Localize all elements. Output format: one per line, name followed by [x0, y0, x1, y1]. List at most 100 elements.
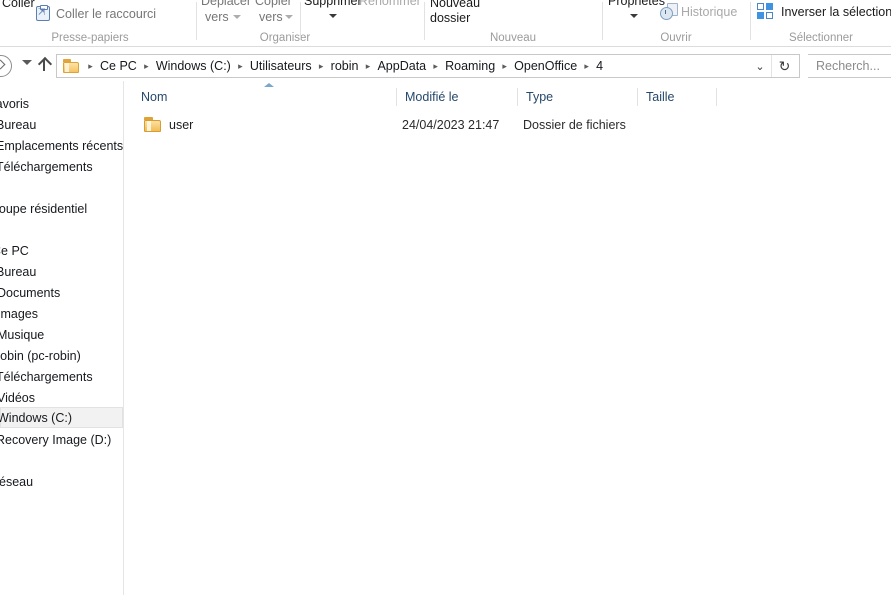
- breadcrumb-item-robin[interactable]: robin: [328, 59, 362, 73]
- sidebar-item-recovery-image-d[interactable]: Recovery Image (D:): [0, 429, 123, 450]
- sidebar-item-label: Bureau: [0, 264, 37, 279]
- folder-icon: [144, 117, 162, 132]
- column-header-taille[interactable]: Taille: [638, 85, 716, 109]
- breadcrumb-item-4[interactable]: 4: [593, 59, 606, 73]
- sidebar-item-telechargements[interactable]: Téléchargements: [0, 156, 123, 177]
- rename-button[interactable]: Renommer: [359, 0, 421, 8]
- sidebar-item-favoris[interactable]: Favoris: [0, 93, 123, 114]
- properties-button[interactable]: Propriétés: [608, 0, 665, 8]
- ribbon-group-clipboard: Coller Coller le raccourci Presse-papier…: [0, 0, 180, 46]
- sidebar-item-documents[interactable]: Documents: [0, 282, 123, 303]
- breadcrumb-item-appdata[interactable]: AppData: [374, 59, 429, 73]
- ribbon-group-new: Nouveau dossier Nouveau: [425, 0, 601, 46]
- sidebar-item-label: Vidéos: [0, 390, 35, 405]
- sidebar-item-groupe-residentiel[interactable]: Groupe résidentiel: [0, 198, 123, 219]
- copy-to-button-line2[interactable]: vers: [259, 10, 283, 24]
- copy-to-button[interactable]: Copier: [255, 0, 292, 8]
- file-list-header: Nom Modifié le Type Taille: [125, 83, 891, 109]
- clipboard-shortcut-icon: [36, 4, 50, 21]
- navigation-pane[interactable]: Favoris Bureau Emplacements récents Télé…: [0, 81, 124, 595]
- breadcrumb-separator[interactable]: ▸: [234, 61, 247, 72]
- breadcrumb-separator[interactable]: ▸: [140, 61, 153, 72]
- ribbon-group-organize-delete: Supprimer Renommer: [301, 0, 429, 46]
- cell-modified: 24/04/2023 21:47: [402, 118, 500, 132]
- search-input[interactable]: Recherch...: [808, 54, 891, 78]
- history-button[interactable]: Historique: [681, 5, 737, 19]
- folder-icon: [63, 59, 80, 73]
- sidebar-item-emplacements-recents[interactable]: Emplacements récents: [0, 135, 124, 156]
- ribbon-group-label-select: Sélectionner: [789, 32, 853, 44]
- new-folder-button-line2[interactable]: dossier: [430, 11, 470, 25]
- sidebar-item-musique[interactable]: Musique: [0, 324, 123, 345]
- search-placeholder: Recherch...: [816, 59, 880, 73]
- up-arrow-icon[interactable]: [33, 54, 55, 76]
- sidebar-item-ce-pc[interactable]: Ce PC: [0, 240, 123, 261]
- breadcrumb-separator[interactable]: ▸: [361, 61, 374, 72]
- move-to-chevron-down-icon[interactable]: [233, 15, 241, 19]
- breadcrumb-separator: ▸: [88, 60, 93, 71]
- sidebar-item-reseau[interactable]: Réseau: [0, 471, 123, 492]
- sidebar-item-label: Recovery Image (D:): [0, 432, 112, 447]
- move-to-button-line2[interactable]: vers: [205, 10, 229, 24]
- breadcrumb-item-utilisateurs[interactable]: Utilisateurs: [247, 59, 315, 73]
- breadcrumb-item-ce-pc[interactable]: Ce PC: [97, 59, 140, 73]
- breadcrumb-item-openoffice[interactable]: OpenOffice: [511, 59, 580, 73]
- history-chevron-down-icon[interactable]: [22, 60, 32, 65]
- sidebar-item-label: Groupe résidentiel: [0, 201, 88, 216]
- breadcrumb-separator[interactable]: ▸: [498, 61, 511, 72]
- ribbon-group-open: Propriétés Historique Ouvrir: [603, 0, 749, 46]
- move-to-button[interactable]: Déplacer: [201, 0, 251, 8]
- column-header-nom[interactable]: Nom: [133, 85, 396, 109]
- delete-chevron-down-icon[interactable]: [329, 14, 337, 18]
- sidebar-item-label: Téléchargements: [0, 159, 93, 174]
- copy-to-chevron-down-icon[interactable]: [285, 15, 293, 19]
- sidebar-item-label: Images: [0, 306, 38, 321]
- invert-selection-button[interactable]: Inverser la sélection: [781, 5, 891, 19]
- breadcrumb-separator[interactable]: ▸: [429, 61, 442, 72]
- history-clock-icon: [660, 3, 678, 20]
- sidebar-item-label: Réseau: [0, 474, 34, 489]
- column-header-modifie-le[interactable]: Modifié le: [397, 85, 517, 109]
- sort-ascending-icon: [264, 83, 274, 87]
- sidebar-item-telechargements-2[interactable]: Téléchargements: [0, 366, 123, 387]
- sidebar-item-label: Musique: [0, 327, 45, 342]
- invert-selection-icon: [757, 3, 774, 20]
- sidebar-item-bureau[interactable]: Bureau: [0, 114, 123, 135]
- paste-shortcut-button[interactable]: Coller le raccourci: [56, 7, 156, 21]
- sidebar-item-label: Bureau: [0, 117, 37, 132]
- breadcrumb[interactable]: ▸ Ce PC ▸ Windows (C:) ▸ Utilisateurs ▸ …: [56, 54, 800, 78]
- delete-button[interactable]: Supprimer: [304, 0, 362, 8]
- breadcrumb-chevron-down-icon[interactable]: ⌄: [751, 55, 769, 77]
- table-row[interactable]: user 24/04/2023 21:47 Dossier de fichier…: [125, 112, 891, 138]
- cell-name: user: [169, 118, 194, 132]
- sidebar-item-label: Favoris: [0, 96, 29, 111]
- sidebar-item-robin-pc-robin[interactable]: robin (pc-robin): [0, 345, 123, 366]
- sidebar-item-label: Téléchargements: [0, 369, 93, 384]
- ribbon-toolbar: Coller Coller le raccourci Presse-papier…: [0, 0, 891, 47]
- ribbon-group-label-open: Ouvrir: [660, 32, 692, 44]
- breadcrumb-item-windows-c[interactable]: Windows (C:): [153, 59, 234, 73]
- breadcrumb-separator[interactable]: ▸: [315, 61, 328, 72]
- sidebar-item-images[interactable]: Images: [0, 303, 123, 324]
- column-divider[interactable]: [716, 88, 717, 106]
- ribbon-group-select: Inverser la sélection Sélectionner: [751, 0, 891, 46]
- cell-type: Dossier de fichiers: [523, 118, 626, 132]
- sidebar-item-label: robin (pc-robin): [0, 348, 81, 363]
- column-header-type[interactable]: Type: [518, 85, 637, 109]
- sidebar-item-videos[interactable]: Vidéos: [0, 387, 123, 408]
- file-explorer-window: Coller Coller le raccourci Presse-papier…: [0, 0, 891, 595]
- sidebar-item-windows-c[interactable]: Windows (C:): [0, 407, 123, 428]
- refresh-icon[interactable]: ↻: [771, 55, 797, 77]
- new-folder-button[interactable]: Nouveau: [430, 0, 480, 10]
- properties-chevron-down-icon[interactable]: [630, 14, 638, 18]
- breadcrumb-separator[interactable]: ▸: [580, 61, 593, 72]
- sidebar-item-label: Ce PC: [0, 243, 29, 258]
- breadcrumb-item-roaming[interactable]: Roaming: [442, 59, 498, 73]
- ribbon-group-label-new: Nouveau: [489, 32, 537, 44]
- paste-button[interactable]: Coller: [2, 0, 35, 10]
- sidebar-item-label: Windows (C:): [0, 410, 73, 425]
- sidebar-item-bureau-2[interactable]: Bureau: [0, 261, 123, 282]
- sidebar-item-label: Emplacements récents: [0, 138, 124, 153]
- ribbon-group-label-clipboard: Presse-papiers: [51, 32, 129, 44]
- cell-size: [643, 112, 716, 138]
